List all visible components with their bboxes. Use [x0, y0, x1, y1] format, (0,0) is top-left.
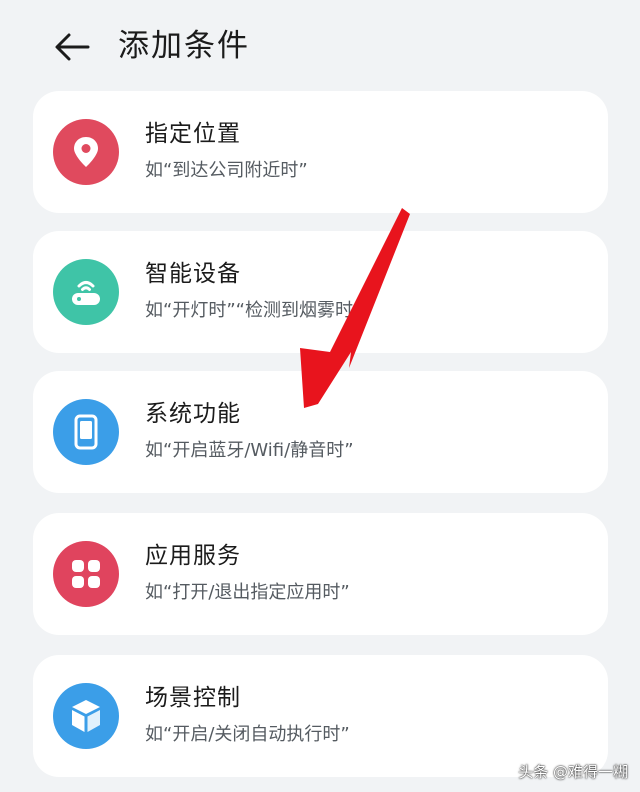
back-arrow-icon: [55, 33, 90, 61]
apps-grid-icon: [53, 541, 119, 607]
back-button[interactable]: [50, 26, 92, 68]
card-description: 如“开灯时”“检测到烟雾时”: [145, 300, 363, 321]
card-title: 智能设备: [145, 261, 241, 287]
watermark: 头条 @难得一糊: [518, 763, 628, 781]
condition-card-smart-device[interactable]: 智能设备 如“开灯时”“检测到烟雾时”: [33, 231, 608, 353]
header: 添加条件: [0, 0, 640, 90]
cube-icon: [53, 683, 119, 749]
router-icon: [53, 259, 119, 325]
card-description: 如“开启蓝牙/Wifi/静音时”: [145, 440, 354, 461]
condition-card-location[interactable]: 指定位置 如“到达公司附近时”: [33, 91, 608, 213]
card-title: 系统功能: [145, 401, 241, 427]
condition-card-scene-control[interactable]: 场景控制 如“开启/关闭自动执行时”: [33, 655, 608, 777]
phone-icon: [53, 399, 119, 465]
card-description: 如“开启/关闭自动执行时”: [145, 724, 350, 745]
location-pin-icon: [53, 119, 119, 185]
card-description: 如“打开/退出指定应用时”: [145, 582, 350, 603]
condition-card-app-service[interactable]: 应用服务 如“打开/退出指定应用时”: [33, 513, 608, 635]
add-condition-page: 添加条件 指定位置 如“到达公司附近时” 智能设备 如“开灯时”“检测到烟雾时”: [0, 0, 640, 792]
page-title: 添加条件: [118, 28, 250, 64]
card-description: 如“到达公司附近时”: [145, 160, 308, 181]
condition-card-system-function[interactable]: 系统功能 如“开启蓝牙/Wifi/静音时”: [33, 371, 608, 493]
card-title: 场景控制: [145, 685, 241, 711]
card-title: 指定位置: [145, 121, 241, 147]
card-title: 应用服务: [145, 543, 241, 569]
